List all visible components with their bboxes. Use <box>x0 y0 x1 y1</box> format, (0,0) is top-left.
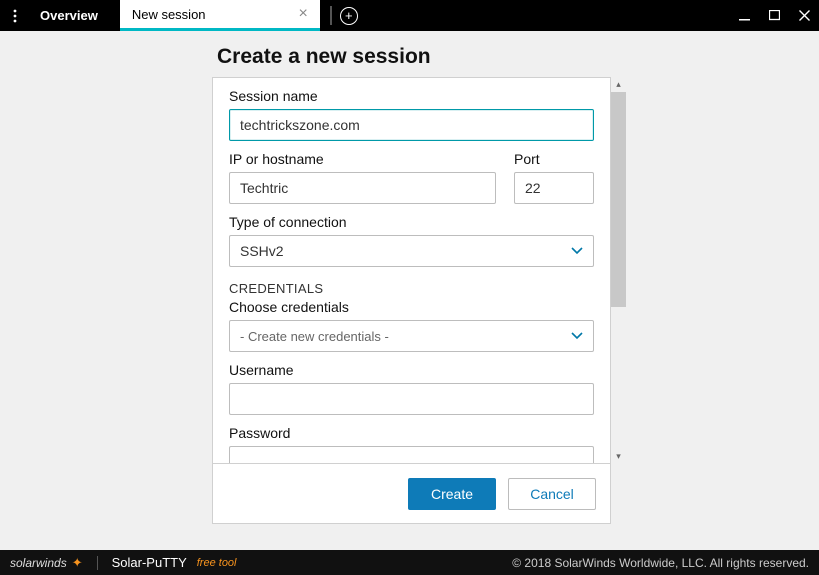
connection-type-value: SSHv2 <box>240 243 284 259</box>
minimize-button[interactable] <box>729 0 759 31</box>
password-input[interactable] <box>229 446 594 463</box>
session-name-label: Session name <box>229 88 594 104</box>
brand-swoosh-icon: ✦ <box>72 555 83 571</box>
ip-hostname-input[interactable] <box>229 172 496 204</box>
tab-new-session-label: New session <box>132 7 206 22</box>
ip-hostname-label: IP or hostname <box>229 151 496 167</box>
tab-new-session[interactable]: New session × <box>120 0 320 31</box>
create-button[interactable]: Create <box>408 478 496 510</box>
port-input[interactable] <box>514 172 594 204</box>
scroll-down-arrow-icon[interactable]: ▾ <box>611 449 626 464</box>
create-button-label: Create <box>431 486 473 502</box>
chevron-down-icon <box>571 328 583 344</box>
window-controls <box>729 0 819 31</box>
close-tab-icon[interactable]: × <box>296 6 309 22</box>
scrollbar-thumb[interactable] <box>611 92 626 307</box>
password-label: Password <box>229 425 594 441</box>
connection-type-label: Type of connection <box>229 214 594 230</box>
scroll-up-arrow-icon[interactable]: ▴ <box>611 77 626 92</box>
product-name: Solar-PuTTY <box>112 555 187 570</box>
brand-name: solarwinds <box>10 556 67 570</box>
tab-overview[interactable]: Overview <box>30 0 120 31</box>
add-tab-button[interactable]: + <box>332 0 366 31</box>
plus-icon: + <box>340 7 358 25</box>
maximize-button[interactable] <box>759 0 789 31</box>
title-tab-bar: Overview New session × + <box>0 0 819 31</box>
cancel-button[interactable]: Cancel <box>508 478 596 510</box>
page-title: Create a new session <box>217 45 431 69</box>
dialog-button-bar: Create Cancel <box>212 464 611 524</box>
scrollbar[interactable]: ▴ ▾ <box>611 77 626 464</box>
chevron-down-icon <box>571 243 583 259</box>
choose-credentials-value: - Create new credentials - <box>240 329 389 344</box>
tab-spacer <box>320 0 330 31</box>
copyright-text: © 2018 SolarWinds Worldwide, LLC. All ri… <box>512 556 809 570</box>
free-tool-tag: free tool <box>197 557 237 569</box>
username-input[interactable] <box>229 383 594 415</box>
close-window-button[interactable] <box>789 0 819 31</box>
session-name-input[interactable] <box>229 109 594 141</box>
credentials-section-label: CREDENTIALS <box>229 281 594 296</box>
footer-bar: solarwinds ✦ Solar-PuTTY free tool © 201… <box>0 550 819 575</box>
connection-type-select[interactable]: SSHv2 <box>229 235 594 267</box>
port-label: Port <box>514 151 594 167</box>
choose-credentials-label: Choose credentials <box>229 299 594 315</box>
app-menu-icon[interactable] <box>0 0 30 31</box>
cancel-button-label: Cancel <box>530 486 574 502</box>
form-panel: Session name IP or hostname Port Type of… <box>212 77 611 464</box>
footer-separator <box>97 556 98 570</box>
tab-overview-label: Overview <box>40 8 98 23</box>
choose-credentials-select[interactable]: - Create new credentials - <box>229 320 594 352</box>
username-label: Username <box>229 362 594 378</box>
